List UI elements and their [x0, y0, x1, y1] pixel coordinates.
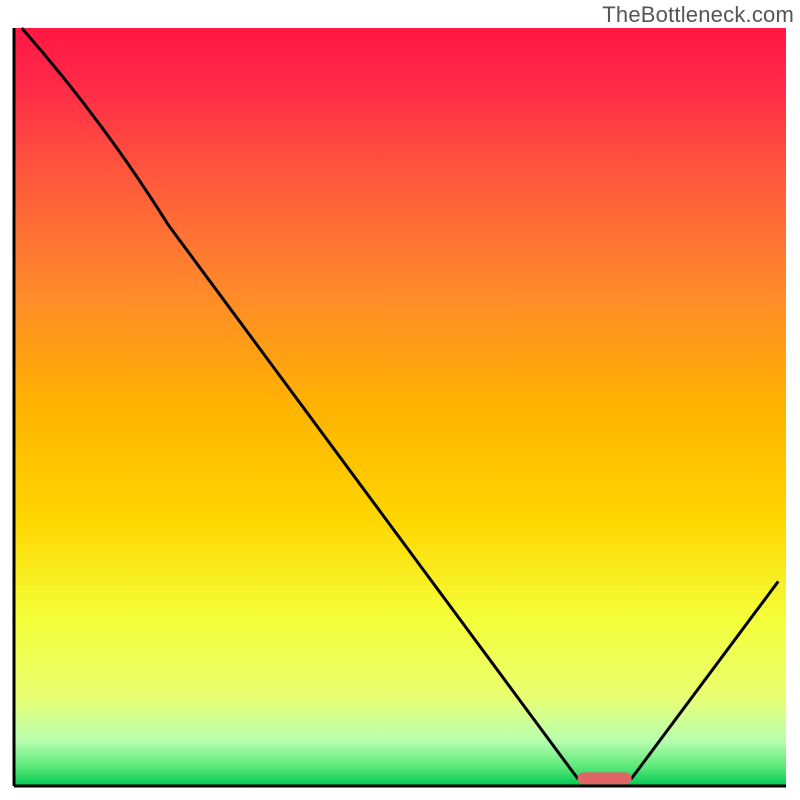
plot-background — [14, 28, 786, 786]
chart-container: TheBottleneck.com — [0, 0, 800, 800]
watermark-text: TheBottleneck.com — [602, 2, 794, 28]
optimal-marker — [578, 772, 632, 784]
bottleneck-chart — [0, 0, 800, 800]
